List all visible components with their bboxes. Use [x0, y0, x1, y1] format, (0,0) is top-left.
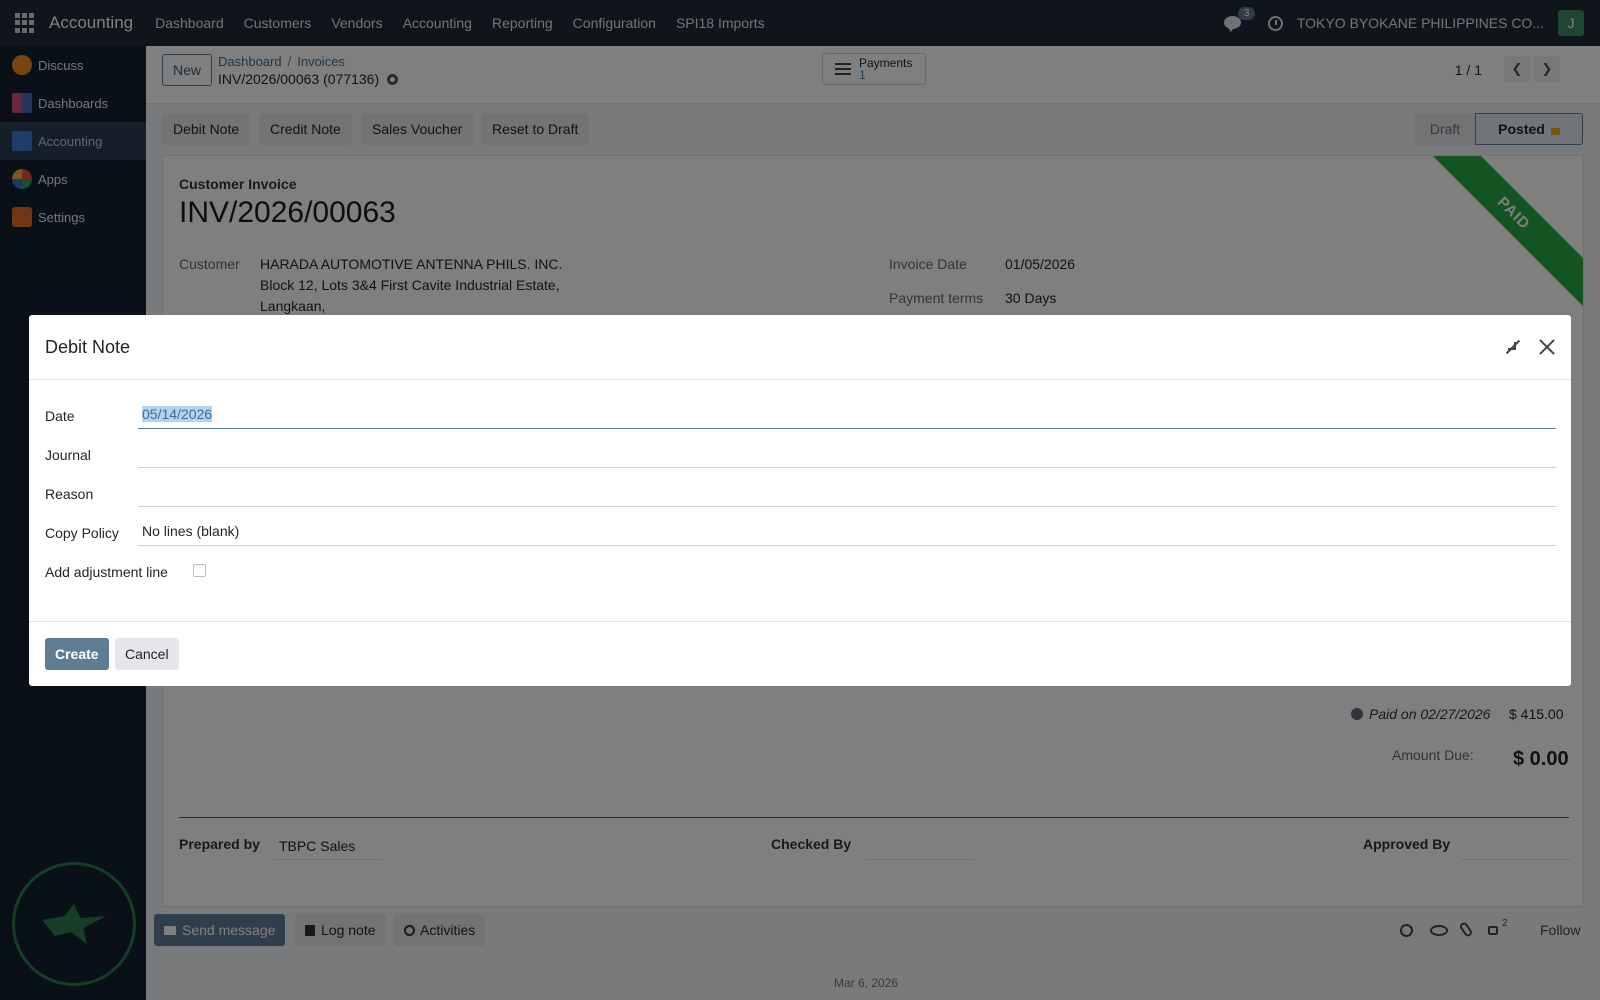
debit-note-dialog: Debit Note Date 05/14/2026 Journal Reaso…: [29, 315, 1571, 686]
copy-policy-select[interactable]: No lines (blank): [138, 518, 1556, 546]
compress-icon[interactable]: [1505, 339, 1521, 355]
add-adjustment-line-label: Add adjustment line: [45, 564, 168, 580]
copy-policy-label: Copy Policy: [45, 525, 119, 541]
close-icon[interactable]: [1537, 337, 1557, 357]
dialog-footer: Create Cancel: [29, 621, 1571, 686]
journal-label: Journal: [45, 447, 91, 463]
dialog-header: Debit Note: [29, 315, 1571, 380]
cancel-button[interactable]: Cancel: [115, 638, 179, 670]
date-label: Date: [45, 408, 75, 424]
add-adjustment-line-checkbox[interactable]: [193, 564, 206, 577]
reason-label: Reason: [45, 486, 94, 502]
create-button[interactable]: Create: [45, 638, 109, 670]
date-value: 05/14/2026: [142, 406, 213, 422]
reason-field[interactable]: [138, 479, 1556, 507]
journal-field[interactable]: [138, 440, 1556, 468]
date-field[interactable]: 05/14/2026: [138, 401, 1556, 429]
dialog-title: Debit Note: [45, 337, 131, 357]
